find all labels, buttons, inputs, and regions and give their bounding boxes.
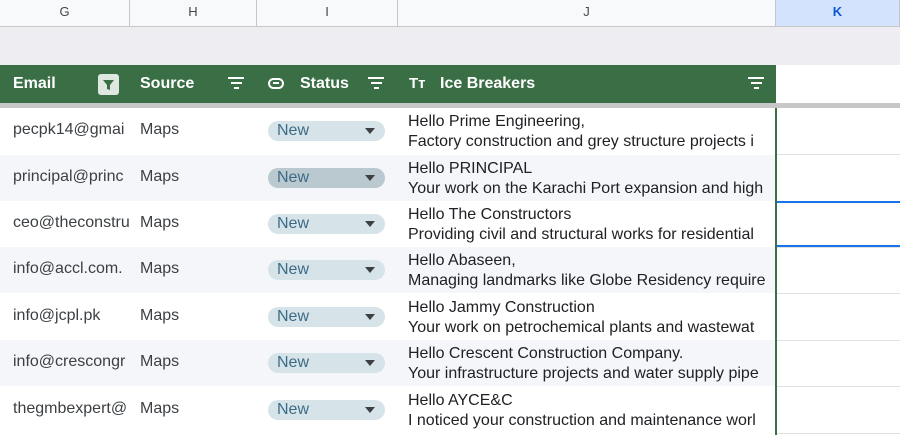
status-label: New	[277, 169, 310, 186]
chevron-down-icon	[365, 407, 375, 413]
source-cell[interactable]: Maps	[140, 214, 250, 232]
chevron-down-icon	[365, 360, 375, 366]
column-header-k[interactable]: K	[776, 0, 900, 26]
ice-breaker-line2[interactable]: Your infrastructure projects and water s…	[408, 364, 775, 384]
status-label: New	[277, 308, 310, 325]
ice-breaker-line2[interactable]: Factory construction and grey structure …	[408, 132, 775, 152]
status-label: New	[277, 122, 310, 139]
header-ice-breakers[interactable]: Ice Breakers	[440, 65, 535, 103]
header-status[interactable]: Status	[300, 65, 349, 103]
chevron-down-icon	[365, 314, 375, 320]
k-gridline	[777, 247, 900, 248]
status-dropdown[interactable]: New	[268, 168, 385, 188]
email-cell[interactable]: info@jcpl.pk	[13, 307, 129, 325]
ice-breaker-line2[interactable]: Your work on petrochemical plants and wa…	[408, 318, 775, 338]
k-gridline	[777, 293, 900, 294]
column-header-h[interactable]: H	[130, 0, 257, 26]
email-cell[interactable]: principal@princ	[13, 168, 129, 186]
email-cell[interactable]: info@crescongr	[13, 353, 129, 371]
ice-breaker-line1[interactable]: Hello Jammy Construction	[408, 298, 775, 318]
status-label: New	[277, 401, 310, 418]
column-header-i[interactable]: I	[257, 0, 398, 26]
status-label: New	[277, 261, 310, 278]
chevron-down-icon	[365, 267, 375, 273]
source-cell[interactable]: Maps	[140, 168, 250, 186]
k-gridline	[777, 433, 900, 434]
selected-cell-k[interactable]	[777, 201, 900, 247]
table-top-band	[0, 27, 776, 65]
source-cell[interactable]: Maps	[140, 307, 250, 325]
table-right-border	[775, 108, 777, 435]
ice-breaker-line2[interactable]: Your work on the Karachi Port expansion …	[408, 179, 775, 199]
text-type-icon: Tт	[409, 75, 426, 92]
table-header: Email Source Status Tт Ice Breakers	[0, 65, 776, 103]
status-dropdown[interactable]: New	[268, 260, 385, 280]
ice-breaker-line1[interactable]: Hello AYCE&C	[408, 391, 775, 411]
source-cell[interactable]: Maps	[140, 353, 250, 371]
column-header-g[interactable]: G	[0, 0, 130, 26]
source-cell[interactable]: Maps	[140, 400, 250, 418]
k-gridline	[777, 386, 900, 387]
filter-active-icon[interactable]	[98, 74, 119, 95]
k-gridline	[777, 340, 900, 341]
ice-breaker-line1[interactable]: Hello Crescent Construction Company.	[408, 344, 775, 364]
email-cell[interactable]: info@accl.com.	[13, 260, 129, 278]
source-cell[interactable]: Maps	[140, 121, 250, 139]
status-dropdown[interactable]: New	[268, 307, 385, 327]
ice-breaker-line1[interactable]: Hello Prime Engineering,	[408, 112, 775, 132]
chevron-down-icon	[365, 175, 375, 181]
dropdown-chip-icon	[268, 78, 284, 89]
filter-icon[interactable]	[368, 77, 384, 91]
k-band	[776, 27, 900, 65]
ice-breaker-line1[interactable]: Hello Abaseen,	[408, 251, 775, 271]
ice-breaker-line2[interactable]: Managing landmarks like Globe Residency …	[408, 271, 775, 291]
header-email[interactable]: Email	[13, 65, 56, 103]
status-label: New	[277, 215, 310, 232]
chevron-down-icon	[365, 221, 375, 227]
email-cell[interactable]: thegmbexpert@	[13, 400, 129, 418]
filter-icon[interactable]	[748, 77, 764, 91]
column-header-bar: G H I J K	[0, 0, 900, 27]
chevron-down-icon	[365, 128, 375, 134]
ice-breaker-line1[interactable]: Hello The Constructors	[408, 205, 775, 225]
status-dropdown[interactable]: New	[268, 121, 385, 141]
header-source[interactable]: Source	[140, 65, 194, 103]
status-dropdown[interactable]: New	[268, 353, 385, 373]
status-label: New	[277, 354, 310, 371]
ice-breaker-line2[interactable]: I noticed your construction and maintena…	[408, 411, 775, 431]
status-dropdown[interactable]: New	[268, 214, 385, 234]
status-dropdown[interactable]: New	[268, 400, 385, 420]
k-gridline	[777, 154, 900, 155]
email-cell[interactable]: pecpk14@gmai	[13, 121, 129, 139]
email-cell[interactable]: ceo@theconstru	[13, 214, 129, 232]
source-cell[interactable]: Maps	[140, 260, 250, 278]
column-header-j[interactable]: J	[398, 0, 776, 26]
ice-breaker-line2[interactable]: Providing civil and structural works for…	[408, 225, 775, 245]
ice-breaker-line1[interactable]: Hello PRINCIPAL	[408, 159, 775, 179]
filter-icon[interactable]	[228, 77, 244, 91]
